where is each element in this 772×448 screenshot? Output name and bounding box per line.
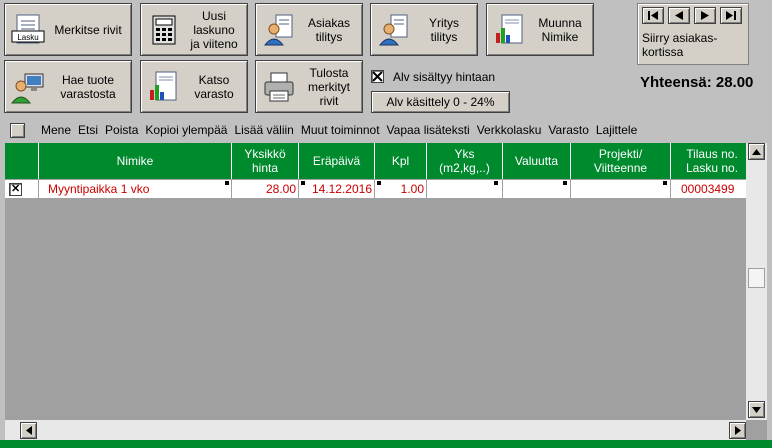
- next-record-icon: [701, 11, 709, 20]
- menu-vapaa-lisateksti[interactable]: Vapaa lisäteksti: [387, 123, 470, 137]
- scroll-right-button[interactable]: [729, 422, 746, 439]
- menu-varasto[interactable]: Varasto: [548, 123, 588, 137]
- merkitse-rivit-label: Merkitse rivit: [54, 22, 122, 37]
- nav-first-button[interactable]: [642, 7, 664, 24]
- col-header-tilaus[interactable]: Tilaus no. Lasku no.: [671, 143, 746, 179]
- row-marked-glyph: ✕: [11, 183, 21, 195]
- customer-person-icon: [263, 14, 293, 45]
- alv-kasittely-button[interactable]: Alv käsittely 0 - 24%: [371, 91, 510, 113]
- alv-kasittely-label: Alv käsittely 0 - 24%: [386, 95, 495, 109]
- person-computer-icon: [11, 73, 44, 103]
- col-header-projekti[interactable]: Projekti/ Viitteenne: [571, 143, 671, 179]
- menu-etsi[interactable]: Etsi: [78, 123, 98, 137]
- yritys-tilitys-label: Yritys tilitys: [429, 15, 459, 44]
- scroll-left-button[interactable]: [20, 422, 37, 439]
- hae-tuote-varastosta-label: Hae tuote varastosta: [60, 72, 116, 101]
- new-invoice-number-label: Uusi laskuno ja viiteno: [190, 8, 238, 51]
- hae-tuote-varastosta-button[interactable]: Hae tuote varastosta: [4, 60, 132, 113]
- katso-varasto-button[interactable]: Katso varasto: [140, 60, 248, 113]
- lasku-badge: Lasku: [17, 33, 38, 42]
- new-invoice-number-button[interactable]: Uusi laskuno ja viiteno: [140, 3, 248, 56]
- printer-icon: [264, 72, 294, 101]
- cell-hinta[interactable]: 28.00: [232, 180, 299, 199]
- cell-valuutta[interactable]: [503, 180, 571, 199]
- scroll-up-button[interactable]: [748, 143, 765, 160]
- row-mark-cell[interactable]: ✕: [5, 180, 39, 199]
- col-header-valuutta[interactable]: Valuutta: [503, 143, 571, 179]
- asiakas-tilitys-button[interactable]: Asiakas tilitys: [255, 3, 363, 56]
- col-header-yksikkohinta[interactable]: Yksikkö hinta: [232, 143, 299, 179]
- navigator-label: Siirry asiakas- kortissa: [642, 31, 718, 59]
- merkitse-rivit-button[interactable]: Lasku Merkitse rivit: [4, 3, 132, 56]
- arrow-down-icon: [752, 406, 761, 413]
- arrow-left-icon: [25, 426, 32, 435]
- menu-verkkolasku[interactable]: Verkkolasku: [477, 123, 542, 137]
- company-person-icon: [378, 14, 408, 45]
- nav-previous-button[interactable]: [668, 7, 690, 24]
- bottom-status-strip: [0, 440, 772, 448]
- vertical-scrollbar[interactable]: [746, 143, 767, 420]
- row-marked-checkbox[interactable]: ✕: [9, 183, 22, 196]
- cell-marker-yks: [494, 181, 498, 185]
- menu-muut-toiminnot[interactable]: Muut toiminnot: [301, 123, 380, 137]
- nav-last-button[interactable]: [720, 7, 742, 24]
- invoice-document-icon: Lasku: [11, 14, 45, 43]
- document-chart-icon: [496, 14, 523, 43]
- table-row[interactable]: ✕ Myyntipaikka 1 vko 28.00 14.12.2016 1.…: [5, 180, 746, 199]
- cell-kpl[interactable]: 1.00: [375, 180, 427, 199]
- col-header-erapaiva[interactable]: Eräpäivä: [299, 143, 375, 179]
- muunna-nimike-button[interactable]: Muunna Nimike: [486, 3, 594, 56]
- cell-marker-nimike: [225, 181, 229, 185]
- alv-sisaltyy-checkbox[interactable]: [371, 70, 384, 83]
- asiakas-tilitys-label: Asiakas tilitys: [307, 15, 351, 44]
- action-menu: Mene Etsi Poista Kopioi ylempää Lisää vä…: [41, 120, 755, 140]
- cell-tilaus[interactable]: 00003499: [671, 180, 746, 199]
- col-header-nimike[interactable]: Nimike: [39, 143, 232, 179]
- cell-marker-erapaiva: [301, 181, 305, 185]
- menu-mene[interactable]: Mene: [41, 123, 71, 137]
- last-record-icon: [726, 11, 736, 20]
- alv-sisaltyy-label: Alv sisältyy hintaan: [393, 70, 496, 84]
- cell-erapaiva[interactable]: 14.12.2016: [299, 180, 375, 199]
- previous-record-icon: [675, 11, 683, 20]
- scroll-down-button[interactable]: [748, 401, 765, 418]
- cell-marker-projekti: [663, 181, 667, 185]
- arrow-up-icon: [752, 148, 761, 155]
- customer-card-navigator: Siirry asiakas- kortissa: [637, 3, 749, 65]
- col-header-kpl[interactable]: Kpl: [375, 143, 427, 179]
- chart-report-icon: [150, 71, 177, 100]
- first-record-icon: [648, 11, 658, 20]
- cell-projekti[interactable]: [571, 180, 671, 199]
- tulosta-merkityt-rivit-button[interactable]: Tulosta merkityt rivit: [255, 60, 363, 113]
- grid-header: Nimike Yksikkö hinta Eräpäivä Kpl Yks (m…: [5, 143, 746, 179]
- katso-varasto-label: Katso varasto: [194, 72, 234, 101]
- check-x-icon: [372, 71, 383, 82]
- tulosta-merkityt-rivit-label: Tulosta merkityt rivit: [308, 65, 350, 108]
- col-header-mark: [5, 143, 39, 179]
- horizontal-scrollbar[interactable]: [5, 420, 746, 440]
- menu-lajittele[interactable]: Lajittele: [596, 123, 637, 137]
- select-all-checkbox[interactable]: [10, 123, 25, 138]
- invoice-rows-grid: Nimike Yksikkö hinta Eräpäivä Kpl Yks (m…: [5, 143, 767, 440]
- arrow-right-icon: [734, 426, 741, 435]
- cell-marker-valuutta: [563, 181, 567, 185]
- calculator-icon: [152, 15, 176, 44]
- cell-nimike[interactable]: Myyntipaikka 1 vko: [39, 180, 232, 199]
- muunna-nimike-label: Muunna Nimike: [538, 15, 582, 44]
- cell-yks[interactable]: [427, 180, 503, 199]
- nav-next-button[interactable]: [694, 7, 716, 24]
- menu-kopioi-ylempaa[interactable]: Kopioi ylempää: [145, 123, 227, 137]
- vertical-scroll-thumb[interactable]: [748, 268, 765, 288]
- yritys-tilitys-button[interactable]: Yritys tilitys: [370, 3, 478, 56]
- menu-lisaa-valiin[interactable]: Lisää väliin: [234, 123, 293, 137]
- cell-marker-kpl: [377, 181, 381, 185]
- col-header-yks[interactable]: Yks (m2,kg,..): [427, 143, 503, 179]
- menu-poista[interactable]: Poista: [105, 123, 138, 137]
- total-amount: Yhteensä: 28.00: [640, 74, 754, 91]
